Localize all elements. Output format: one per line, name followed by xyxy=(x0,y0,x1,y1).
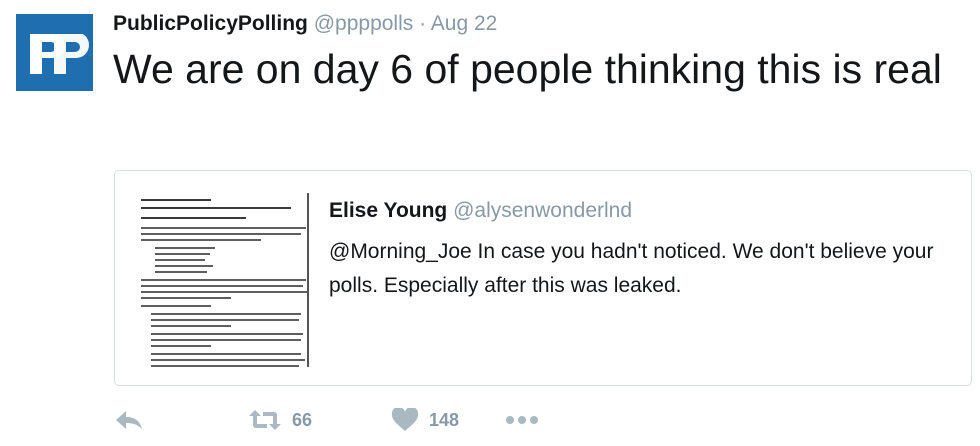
author-handle[interactable]: @ppppolls xyxy=(314,12,414,35)
retweet-button[interactable]: 66 xyxy=(248,402,312,438)
tweet-text: We are on day 6 of people thinking this … xyxy=(113,46,942,92)
avatar[interactable] xyxy=(16,14,93,91)
quoted-author-name[interactable]: Elise Young xyxy=(329,199,447,222)
quoted-author-handle[interactable]: @alysenwonderlnd xyxy=(453,199,632,222)
more-button[interactable] xyxy=(505,402,539,438)
tweet-actions: 66 148 xyxy=(114,402,614,438)
like-button[interactable]: 148 xyxy=(391,402,459,438)
tweet-header: PublicPolicyPolling @ppppolls · Aug 22 xyxy=(113,12,497,36)
retweet-count: 66 xyxy=(292,409,313,430)
reply-button[interactable] xyxy=(114,402,144,438)
document-thumbnail[interactable] xyxy=(141,193,311,367)
ppp-logo-icon xyxy=(16,14,93,91)
quoted-text: @Morning_Joe In case you hadn't noticed.… xyxy=(329,240,934,297)
header-separator: · xyxy=(419,12,427,35)
quoted-tweet[interactable]: Elise Young @alysenwonderlnd @Morning_Jo… xyxy=(114,170,972,386)
quoted-header: Elise Young @alysenwonderlnd xyxy=(329,199,632,223)
more-icon xyxy=(506,416,538,424)
like-count: 148 xyxy=(429,409,460,430)
author-name[interactable]: PublicPolicyPolling xyxy=(113,12,308,35)
quote-divider xyxy=(307,193,309,367)
heart-icon xyxy=(391,408,419,431)
retweet-icon xyxy=(249,410,281,430)
tweet-date[interactable]: Aug 22 xyxy=(431,12,498,35)
reply-icon xyxy=(116,411,142,429)
